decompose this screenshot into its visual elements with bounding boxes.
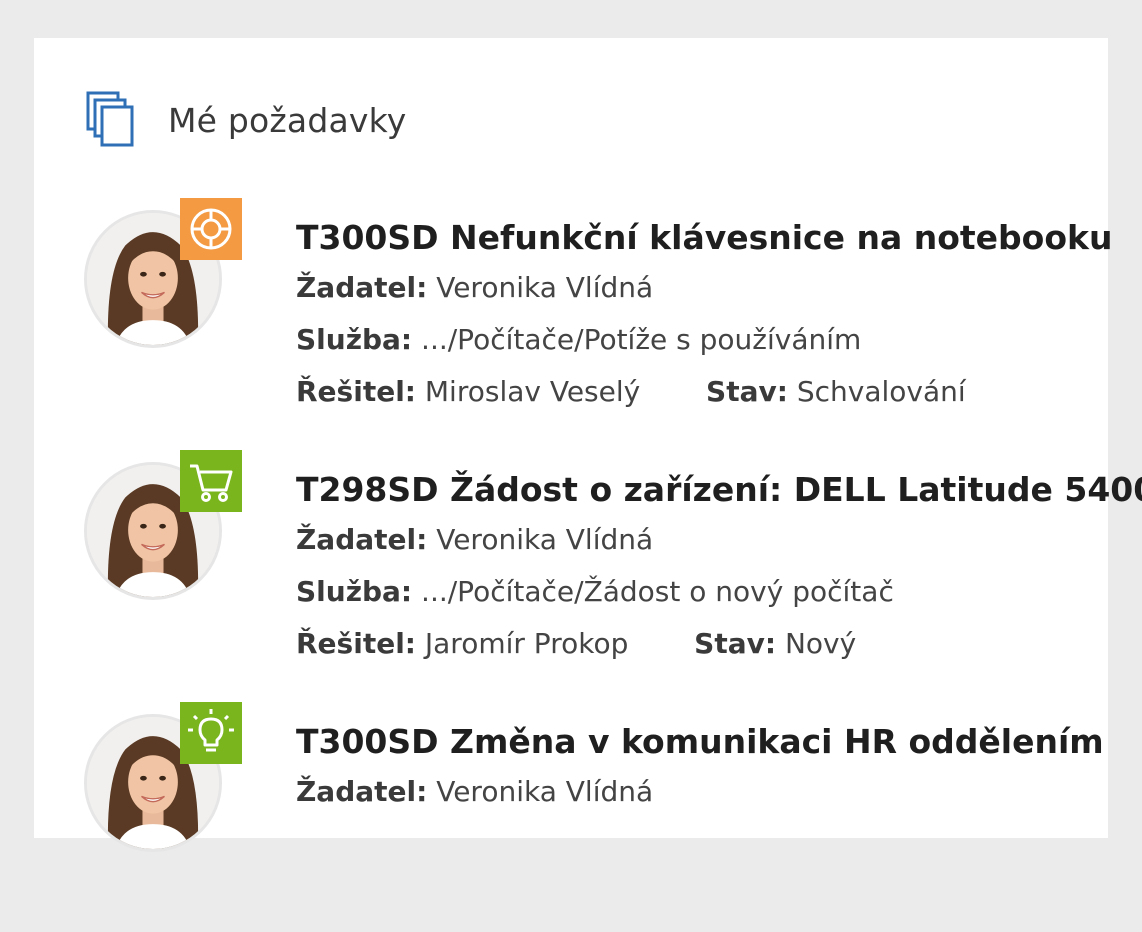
service-value: .../Počítače/Potíže s používáním: [421, 323, 862, 356]
badge: [180, 702, 242, 764]
requester-value: Veronika Vlídná: [436, 271, 654, 304]
solver-label: Řešitel:: [296, 627, 416, 660]
request-item[interactable]: T300SD Nefunkční klávesnice na notebooku…: [84, 198, 1112, 428]
requester-row: Žadatel: Veronika Vlídná: [296, 768, 1096, 816]
service-row: Služba: .../Počítače/Potíže s používáním: [296, 316, 1096, 364]
lightbulb-icon: [188, 709, 234, 752]
status-value: Schvalování: [796, 375, 966, 408]
lifebuoy-icon: [190, 208, 232, 250]
badge: [180, 450, 242, 512]
solver-label: Řešitel:: [296, 375, 416, 408]
status-value: Nový: [784, 627, 857, 660]
my-requests-card: Mé požadavky T300SD Nefunkční klávesnice…: [34, 38, 1142, 852]
page-title: Mé požadavky: [168, 100, 407, 140]
documents-icon: [86, 91, 134, 147]
card-header: Mé požadavky: [86, 90, 407, 150]
requester-label: Žadatel:: [296, 271, 428, 304]
request-item[interactable]: T298SD Žádost o zařízení: DELL Latitude …: [84, 450, 1142, 680]
avatar-container: [84, 198, 242, 348]
service-row: Služba: .../Počítače/Žádost o nový počít…: [296, 568, 1096, 616]
request-title[interactable]: T298SD Žádost o zařízení: DELL Latitude …: [296, 468, 1142, 512]
service-value: .../Počítače/Žádost o nový počítač: [421, 575, 894, 608]
avatar-container: [84, 450, 242, 600]
avatar-container: [84, 702, 242, 852]
request-item[interactable]: T300SD Změna v komunikaci HR oddělením Ž…: [84, 702, 1104, 932]
request-body: T300SD Nefunkční klávesnice na notebooku…: [296, 216, 1112, 416]
requester-label: Žadatel:: [296, 775, 428, 808]
requester-label: Žadatel:: [296, 523, 428, 556]
requester-row: Žadatel: Veronika Vlídná: [296, 516, 1096, 564]
request-body: T298SD Žádost o zařízení: DELL Latitude …: [296, 468, 1142, 668]
solver-value: Miroslav Veselý: [424, 375, 641, 408]
status-label: Stav:: [706, 375, 788, 408]
solver-status-row: Řešitel: Jaromír Prokop Stav: Nový: [296, 620, 1096, 668]
requester-value: Veronika Vlídná: [436, 775, 654, 808]
solver-status-row: Řešitel: Miroslav Veselý Stav: Schvalová…: [296, 368, 1096, 416]
requester-value: Veronika Vlídná: [436, 523, 654, 556]
badge: [180, 198, 242, 260]
requester-row: Žadatel: Veronika Vlídná: [296, 264, 1096, 312]
request-title[interactable]: T300SD Nefunkční klávesnice na notebooku: [296, 216, 1112, 260]
status-label: Stav:: [694, 627, 777, 660]
request-title[interactable]: T300SD Změna v komunikaci HR oddělením: [296, 720, 1104, 764]
service-label: Služba:: [296, 323, 413, 356]
shopping-cart-icon: [190, 464, 233, 502]
solver-value: Jaromír Prokop: [424, 627, 629, 660]
service-label: Služba:: [296, 575, 413, 608]
